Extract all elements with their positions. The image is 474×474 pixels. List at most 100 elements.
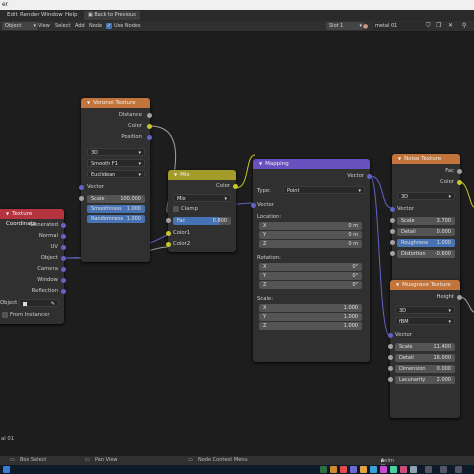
voronoi-randomness-field[interactable]: Randomness 1.000 [87, 215, 145, 223]
noise-fac-socket[interactable] [457, 169, 462, 174]
texcoord-window-socket[interactable] [61, 278, 66, 283]
musgrave-dimension-socket[interactable] [388, 366, 393, 371]
noise-texture-node[interactable]: ▼ Noise Texture Fac Color 3D ▾ Vector Scal… [390, 154, 462, 288]
taskbar-app-icon[interactable] [350, 466, 357, 473]
musgrave-texture-node[interactable]: ▼ Musgrave Texture Height 3D ▾ fBM ▾ Vector… [388, 280, 462, 418]
noise-vector-socket[interactable] [390, 207, 395, 212]
menu-select[interactable]: Select [55, 23, 70, 29]
noise-scale-socket[interactable] [390, 218, 395, 223]
noise-dimensions-dropdown[interactable]: 3D ▾ [397, 192, 455, 200]
mix-color2-socket[interactable] [166, 242, 171, 247]
back-to-previous-button[interactable]: ▣ Back to Previous [84, 11, 140, 20]
system-tray-icon[interactable] [425, 466, 432, 473]
voronoi-smoothness-field[interactable]: Smoothness 1.000 [87, 205, 145, 213]
material-sphere-icon[interactable]: ● [363, 23, 368, 30]
taskbar-app-icon[interactable] [320, 466, 327, 473]
menu-render[interactable]: Render [20, 12, 40, 18]
voronoi-dimensions-dropdown[interactable]: 3D ▾ [87, 148, 145, 156]
voronoi-distance-socket[interactable] [147, 113, 152, 118]
menu-window[interactable]: Window [41, 12, 63, 18]
texcoord-reflection-socket[interactable] [61, 289, 66, 294]
mix-header[interactable]: ▼ Mix [168, 170, 236, 180]
mapping-node[interactable]: ▼ Mapping Vector Type: Point ▾ Vector Loca… [251, 159, 372, 362]
musgrave-scale-field[interactable]: Scale 11.400 [395, 343, 455, 351]
collapse-chevron-icon[interactable]: ▼ [259, 161, 262, 166]
collapse-chevron-icon[interactable]: ▼ [6, 211, 9, 216]
collapse-chevron-icon[interactable]: ▼ [87, 100, 90, 105]
eyedropper-icon[interactable]: ✎ [51, 300, 55, 308]
pin-icon[interactable]: ⚲ [462, 22, 466, 29]
mix-color-output-socket[interactable] [233, 184, 238, 189]
mapping-rotation-z[interactable]: Z 0° [259, 281, 362, 289]
voronoi-header[interactable]: ▼ Voronoi Texture [81, 98, 150, 108]
voronoi-scale-field[interactable]: Scale 100.000 [87, 195, 145, 203]
mix-clamp-checkbox[interactable] [173, 206, 179, 212]
mapping-scale-z[interactable]: Z 1.000 [259, 322, 362, 330]
voronoi-scale-socket[interactable] [79, 196, 84, 201]
taskbar-app-icon[interactable] [400, 466, 407, 473]
mapping-type-dropdown[interactable]: Point ▾ [283, 186, 365, 194]
mix-fac-socket[interactable] [166, 218, 171, 223]
slot-dropdown[interactable]: Slot 1 ▾ [326, 22, 364, 30]
mapping-location-y[interactable]: Y 0 m [259, 231, 362, 239]
start-windows-icon[interactable] [3, 466, 10, 473]
musgrave-vector-socket[interactable] [388, 333, 393, 338]
from-instancer-checkbox[interactable] [2, 312, 8, 318]
voronoi-position-socket[interactable] [147, 135, 152, 140]
noise-roughness-field[interactable]: Roughness 1.000 [397, 239, 455, 247]
texture-coordinate-node[interactable]: ▼ Texture Coordinate Generated Normal UV … [0, 209, 66, 324]
notification-icon[interactable] [455, 466, 462, 473]
collapse-chevron-icon[interactable]: ▼ [174, 172, 177, 177]
texcoord-object-socket[interactable] [61, 256, 66, 261]
mix-fac-slider[interactable]: Fac 0.800 [173, 217, 231, 225]
noise-distortion-socket[interactable] [390, 251, 395, 256]
mapping-location-z[interactable]: Z 0 m [259, 240, 362, 248]
mix-node[interactable]: ▼ Mix Color Mix ▾ Clamp Fac 0.800 Color1 Co… [166, 170, 238, 252]
mapping-vector-input-socket[interactable] [251, 203, 256, 208]
taskbar-app-icon[interactable] [390, 466, 397, 473]
voronoi-texture-node[interactable]: ▼ Voronoi Texture Distance Color Position… [79, 98, 152, 262]
voronoi-metric-dropdown[interactable]: Euclidean ▾ [87, 170, 145, 178]
system-tray-icon[interactable] [440, 466, 447, 473]
noise-header[interactable]: ▼ Noise Texture [392, 154, 460, 164]
taskbar-folder-icon[interactable] [330, 466, 337, 473]
mode-dropdown[interactable]: Object ▾ [2, 22, 38, 30]
musgrave-height-socket[interactable] [457, 295, 462, 300]
taskbar-blender-icon[interactable] [360, 466, 367, 473]
mapping-scale-x[interactable]: X 1.000 [259, 304, 362, 312]
menu-add[interactable]: Add [75, 23, 85, 29]
texcoord-camera-socket[interactable] [61, 267, 66, 272]
mapping-scale-y[interactable]: Y 1.000 [259, 313, 362, 321]
mapping-vector-output-socket[interactable] [367, 174, 372, 179]
noise-scale-field[interactable]: Scale 3.700 [397, 217, 455, 225]
mix-blend-dropdown[interactable]: Mix ▾ [173, 194, 231, 202]
musgrave-detail-socket[interactable] [388, 355, 393, 360]
collapse-chevron-icon[interactable]: ▼ [396, 282, 399, 287]
musgrave-lacunarity-socket[interactable] [388, 377, 393, 382]
texcoord-header[interactable]: ▼ Texture Coordinate [0, 209, 64, 227]
musgrave-type-dropdown[interactable]: fBM ▾ [395, 317, 455, 325]
noise-detail-socket[interactable] [390, 229, 395, 234]
noise-color-socket[interactable] [457, 180, 462, 185]
musgrave-lacunarity-field[interactable]: Lacunarity 2.000 [395, 376, 455, 384]
fake-user-shield-icon[interactable]: ⛉ [426, 22, 431, 30]
unlink-close-icon[interactable]: ✕ [448, 22, 453, 29]
taskbar-app-icon[interactable] [340, 466, 347, 473]
duplicate-material-icon[interactable]: ❐ [436, 22, 441, 29]
collapse-chevron-icon[interactable]: ▼ [398, 156, 401, 161]
mapping-rotation-x[interactable]: X 0° [259, 263, 362, 271]
menu-help[interactable]: Help [65, 12, 78, 18]
texcoord-normal-socket[interactable] [61, 234, 66, 239]
texcoord-generated-socket[interactable] [61, 223, 66, 228]
texcoord-uv-socket[interactable] [61, 245, 66, 250]
taskbar-app-icon[interactable] [380, 466, 387, 473]
menu-edit[interactable]: Edit [7, 12, 18, 18]
noise-roughness-socket[interactable] [390, 240, 395, 245]
voronoi-vector-socket[interactable] [79, 185, 84, 190]
taskbar-app-icon[interactable] [410, 466, 417, 473]
musgrave-dimension-field[interactable]: Dimension 0.000 [395, 365, 455, 373]
noise-distortion-field[interactable]: Distortion -0.600 [397, 250, 455, 258]
musgrave-detail-field[interactable]: Detail 16.000 [395, 354, 455, 362]
menu-node[interactable]: Node [89, 23, 102, 29]
mix-color1-socket[interactable] [166, 231, 171, 236]
